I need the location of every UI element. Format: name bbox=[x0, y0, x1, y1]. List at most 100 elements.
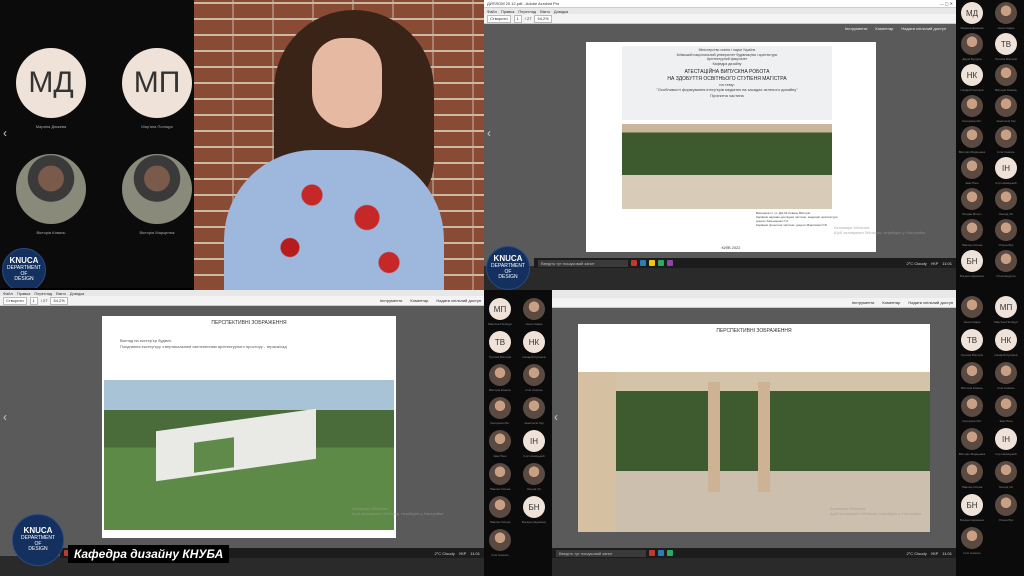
participant-tile[interactable]: Олександр Ко bbox=[992, 250, 1020, 278]
participant-tile[interactable]: Олена Вус bbox=[992, 219, 1020, 247]
participant-name: Ігор Новицький bbox=[995, 452, 1017, 456]
participant-tile[interactable]: МД Марина Дюжева bbox=[16, 48, 86, 129]
zoom-select[interactable]: 54,2% bbox=[50, 296, 68, 305]
participant-name: Богдан Волоч bbox=[962, 212, 982, 216]
participant-name: Ілля Самоль bbox=[491, 553, 509, 557]
participant-tile[interactable]: Ілля Самоль bbox=[992, 362, 1020, 390]
participant-name: Вікторія Марценюк bbox=[958, 150, 986, 154]
participant-tile[interactable]: Анна Скарж bbox=[958, 296, 986, 324]
chevron-left-icon[interactable]: ‹ bbox=[3, 410, 7, 424]
participant-tile[interactable]: Іван Паш bbox=[992, 395, 1020, 423]
participant-tile[interactable]: МП Мар'яна Поліщук bbox=[486, 298, 514, 326]
participant-tile[interactable]: Катерина Лит bbox=[958, 95, 986, 123]
chevron-left-icon[interactable]: ‹ bbox=[487, 126, 491, 140]
avatar bbox=[995, 188, 1017, 210]
participant-tile[interactable]: Катерина Лит bbox=[958, 395, 986, 423]
app-icon[interactable] bbox=[667, 550, 673, 556]
participant-tile[interactable]: МД Марина Дюжева bbox=[958, 2, 986, 30]
window-controls-icon[interactable]: — ▢ ✕ bbox=[940, 1, 953, 6]
participant-tile[interactable]: ІН Ігор Новицький bbox=[992, 157, 1020, 185]
participant-tile[interactable]: Ілля Самоль bbox=[486, 529, 514, 557]
participant-tile[interactable]: Анна Скарж bbox=[520, 298, 548, 326]
participant-tile[interactable]: Дарія Бурдіна bbox=[958, 33, 986, 61]
participant-tile[interactable]: БН Богдан Науменко bbox=[958, 494, 986, 522]
avatar: НК bbox=[961, 64, 983, 86]
interior-render-image bbox=[622, 124, 832, 209]
avatar bbox=[961, 296, 983, 318]
participant-tile[interactable]: Павлюк Олена bbox=[486, 463, 514, 491]
participant-tile[interactable]: НК Назарій Кулаков bbox=[958, 64, 986, 92]
avatar bbox=[961, 461, 983, 483]
participant-tile[interactable]: Вікторія Коваль bbox=[16, 154, 86, 235]
participant-name: Іван Паш bbox=[999, 419, 1013, 423]
taskbar-search[interactable]: Введіть тут пошуковий запит bbox=[538, 259, 628, 267]
create-button[interactable]: Створити bbox=[487, 14, 511, 23]
chevron-left-icon[interactable]: ‹ bbox=[3, 126, 7, 140]
participant-name: Іван Паш bbox=[965, 181, 979, 185]
avatar bbox=[961, 395, 983, 417]
acrobat-toolbar: Створити 1 / 27 54,2% bbox=[484, 14, 956, 24]
avatar bbox=[995, 461, 1017, 483]
participant-tile[interactable]: Ілля Самоль bbox=[520, 364, 548, 392]
taskbar-search[interactable]: Введіть тут пошуковий запит bbox=[556, 549, 646, 557]
participant-tile[interactable]: НК Назарій Кулаков bbox=[992, 329, 1020, 357]
participant-tile[interactable]: Анна Скарж bbox=[992, 2, 1020, 30]
document-area: ПЕРСПЕКТИВНІ ЗОБРАЖЕННЯ Вигляд на екстер… bbox=[0, 306, 484, 556]
participant-name: Трохим Вікторія bbox=[994, 57, 1018, 61]
participant-tile[interactable]: ТВ Трохим Вікторія bbox=[992, 33, 1020, 61]
avatar bbox=[995, 2, 1017, 24]
page-input[interactable]: 1 bbox=[513, 14, 522, 23]
participant-tile[interactable]: МП Мар'яна Поліщук bbox=[122, 48, 192, 129]
chevron-left-icon[interactable]: ‹ bbox=[554, 410, 558, 424]
zoom-select[interactable]: 54,2% bbox=[534, 14, 552, 23]
logo: KNUCA DEPARTMENT OF DESIGN bbox=[486, 246, 530, 290]
logo: KNUCA DEPARTMENT OF DESIGN bbox=[2, 248, 46, 288]
participant-name: Катерина Лит bbox=[490, 421, 510, 425]
avatar bbox=[122, 154, 192, 224]
participant-tile[interactable]: Вікторія Марценюк bbox=[958, 126, 986, 154]
participant-tile[interactable]: БН Богдан Науменко bbox=[958, 250, 986, 278]
participant-tile[interactable]: Анастасія Гар bbox=[992, 95, 1020, 123]
app-icon[interactable] bbox=[640, 260, 646, 266]
participant-tile[interactable]: Леонід Ол bbox=[520, 463, 548, 491]
participant-tile[interactable]: Павлюк Олена bbox=[486, 496, 514, 524]
participant-tile[interactable]: Іван Паш bbox=[958, 157, 986, 185]
participant-sidebar: Анна Скарж МП Мар'яна Поліщук ТВ Трохим Вікт… bbox=[956, 290, 1024, 576]
participant-tile[interactable]: ТВ Трохим Вікторія bbox=[486, 331, 514, 359]
app-icon[interactable] bbox=[667, 260, 673, 266]
participant-tile[interactable]: Леонід Ол bbox=[992, 188, 1020, 216]
participant-tile[interactable]: Богдан Волоч bbox=[958, 188, 986, 216]
app-icon[interactable] bbox=[658, 260, 664, 266]
participant-tile[interactable]: Вікторія Марценюк bbox=[122, 154, 192, 235]
participant-tile[interactable]: МП Мар'яна Поліщук bbox=[992, 296, 1020, 324]
participant-name: Леонід Ол bbox=[998, 212, 1014, 216]
participant-tile[interactable]: БН Богдан Науменко bbox=[520, 496, 548, 524]
participant-tile[interactable]: НК Назарій Кулаков bbox=[520, 331, 548, 359]
participant-name: Леонід Ол bbox=[998, 485, 1014, 489]
participant-tile[interactable]: Вікторія Коваль bbox=[958, 362, 986, 390]
participant-tile[interactable]: ІН Ігор Новицький bbox=[992, 428, 1020, 456]
participant-tile[interactable]: Вікторія Коваль bbox=[486, 364, 514, 392]
participant-tile[interactable]: Леонід Ол bbox=[992, 461, 1020, 489]
participant-tile[interactable]: Вікторія Марценюк bbox=[958, 428, 986, 456]
participant-tile[interactable]: Вікторія Коваль bbox=[992, 64, 1020, 92]
page-input[interactable]: 1 bbox=[29, 296, 38, 305]
participant-tile[interactable]: ІН Ігор Новицький bbox=[520, 430, 548, 458]
app-icon[interactable] bbox=[658, 550, 664, 556]
participant-tile[interactable]: Анастасія Гар bbox=[520, 397, 548, 425]
participant-tile[interactable]: Іван Паш bbox=[486, 430, 514, 458]
participant-tile[interactable]: Ілля Самоль bbox=[958, 527, 986, 555]
participant-tile[interactable]: Павлюк Олена bbox=[958, 219, 986, 247]
participant-tile[interactable]: ТВ Трохим Вікторія bbox=[958, 329, 986, 357]
participant-tile[interactable]: Ілля Самоль bbox=[992, 126, 1020, 154]
participant-name: Анастасія Гар bbox=[996, 119, 1016, 123]
avatar: МП bbox=[489, 298, 511, 320]
create-button[interactable]: Створити bbox=[3, 296, 27, 305]
avatar: ТВ bbox=[489, 331, 511, 353]
participant-tile[interactable]: Павлюк Олена bbox=[958, 461, 986, 489]
participant-tile[interactable]: Катерина Лит bbox=[486, 397, 514, 425]
app-icon[interactable] bbox=[649, 260, 655, 266]
app-icon[interactable] bbox=[649, 550, 655, 556]
participant-tile[interactable]: Олена Вус bbox=[992, 494, 1020, 522]
app-icon[interactable] bbox=[631, 260, 637, 266]
